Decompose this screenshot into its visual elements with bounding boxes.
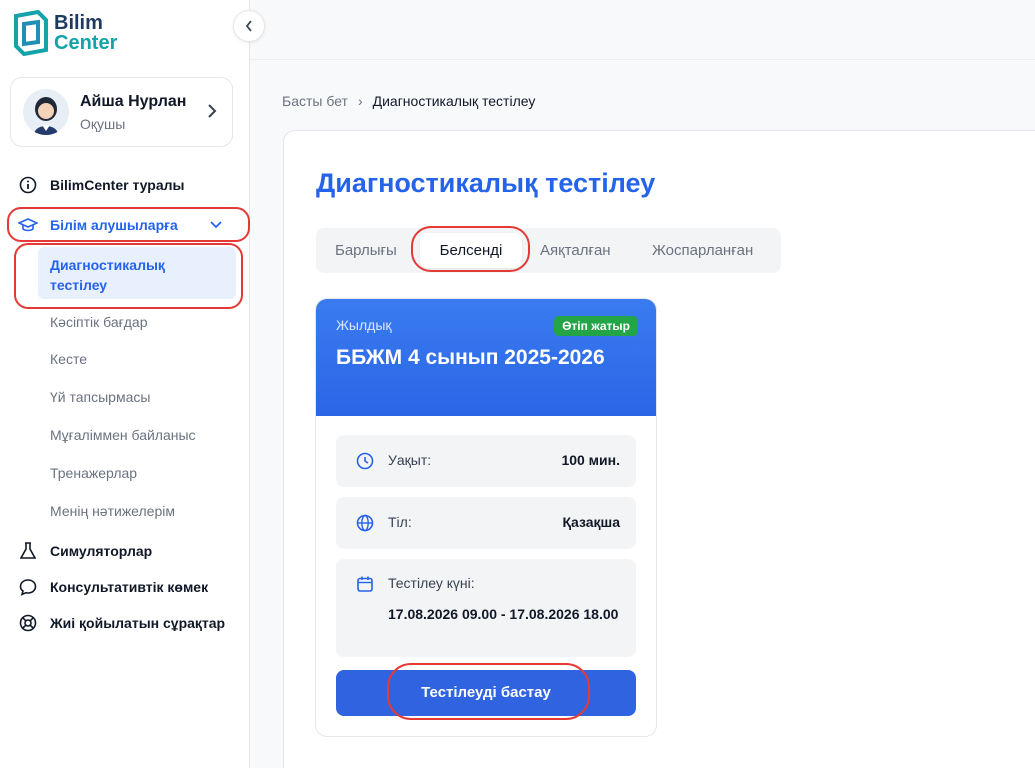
nav-simulators-label: Симуляторлар (50, 543, 153, 559)
card-header: Жылдық Өтіп жатыр ББЖМ 4 сынып 2025-2026 (316, 299, 656, 416)
test-card: Жылдық Өтіп жатыр ББЖМ 4 сынып 2025-2026… (315, 298, 657, 737)
graduation-cap-icon (18, 215, 38, 235)
nav-faq[interactable]: Жиі қойылатын сұрақтар (18, 613, 225, 633)
breadcrumb: Басты бет › Диагностикалық тестілеу (282, 93, 535, 109)
sub-item-teacher-contact[interactable]: Мұғаліммен байланыс (50, 427, 196, 443)
info-row-time: Уақыт: 100 мин. (336, 435, 636, 487)
status-tabs: Барлығы Белсенді Аяқталған Жоспарланған (316, 228, 781, 273)
tab-active[interactable]: Белсенді (420, 233, 522, 268)
nav-faq-label: Жиі қойылатын сұрақтар (50, 615, 226, 631)
avatar (23, 89, 69, 135)
card-type: Жылдық (336, 317, 392, 333)
top-bar (250, 0, 1035, 60)
date-value: 17.08.2026 09.00 - 17.08.2026 18.00 (388, 606, 619, 622)
breadcrumb-separator: › (357, 93, 363, 109)
chevron-right-icon (208, 104, 217, 118)
brand-line2: Center (54, 32, 118, 54)
sub-item-results[interactable]: Менің нәтижелерім (50, 503, 175, 519)
sub-item-trainers[interactable]: Тренажерлар (50, 465, 137, 481)
chevron-left-icon (245, 20, 252, 32)
chat-bubble-icon (18, 577, 38, 597)
sub-item-career[interactable]: Кәсіптік бағдар (50, 314, 148, 330)
breadcrumb-current: Диагностикалық тестілеу (372, 93, 536, 109)
nav-simulators[interactable]: Симуляторлар (18, 541, 152, 561)
profile-card[interactable]: Айша Нурлан Оқушы (10, 77, 233, 147)
time-value: 100 мин. (561, 452, 620, 468)
profile-role: Оқушы (80, 115, 126, 132)
info-row-language: Тіл: Қазақша (336, 497, 636, 549)
nav-students[interactable]: Білім алушыларға (18, 215, 222, 235)
date-label: Тестілеу күні: (388, 575, 475, 591)
tab-all[interactable]: Барлығы (335, 228, 397, 273)
language-value: Қазақша (562, 514, 620, 530)
card-title: ББЖМ 4 сынып 2025-2026 (336, 346, 605, 369)
sidebar: Bilim Center Айша Нурлан Оқушы BilimCent… (0, 0, 250, 768)
time-label: Уақыт: (388, 452, 432, 468)
breadcrumb-home[interactable]: Басты бет (282, 93, 348, 109)
tab-planned[interactable]: Жоспарланған (652, 228, 753, 273)
sub-item-schedule[interactable]: Кесте (50, 351, 87, 367)
lifebuoy-icon (18, 613, 38, 633)
sub-item-diagnostic[interactable]: Диагностикалық тестілеу (38, 247, 236, 299)
brand-logo[interactable]: Bilim Center (12, 10, 117, 56)
sub-item-homework[interactable]: Үй тапсырмасы (50, 389, 150, 405)
flask-icon (18, 541, 38, 561)
bilim-logo-icon (14, 10, 48, 56)
chevron-down-icon (210, 221, 222, 229)
brand-line1: Bilim (54, 12, 103, 34)
nav-consult[interactable]: Консультативтік көмек (18, 577, 208, 597)
globe-icon (356, 514, 374, 532)
profile-name: Айша Нурлан (80, 92, 187, 110)
info-icon (18, 175, 38, 195)
nav-students-label: Білім алушыларға (50, 217, 178, 233)
sidebar-collapse-button[interactable] (233, 10, 265, 42)
nav-consult-label: Консультативтік көмек (50, 579, 209, 595)
status-badge: Өтіп жатыр (554, 316, 638, 336)
language-label: Тіл: (388, 514, 412, 530)
calendar-icon (357, 576, 373, 592)
info-row-date: Тестілеу күні: 17.08.2026 09.00 - 17.08.… (336, 559, 636, 657)
clock-icon (356, 452, 374, 470)
nav-about-label: BilimCenter туралы (50, 177, 185, 193)
nav-about[interactable]: BilimCenter туралы (18, 175, 184, 195)
tab-done[interactable]: Аяқталған (540, 228, 611, 273)
page-title: Диагностикалық тестілеу (316, 168, 656, 198)
start-test-button[interactable]: Тестілеуді бастау (336, 670, 636, 716)
